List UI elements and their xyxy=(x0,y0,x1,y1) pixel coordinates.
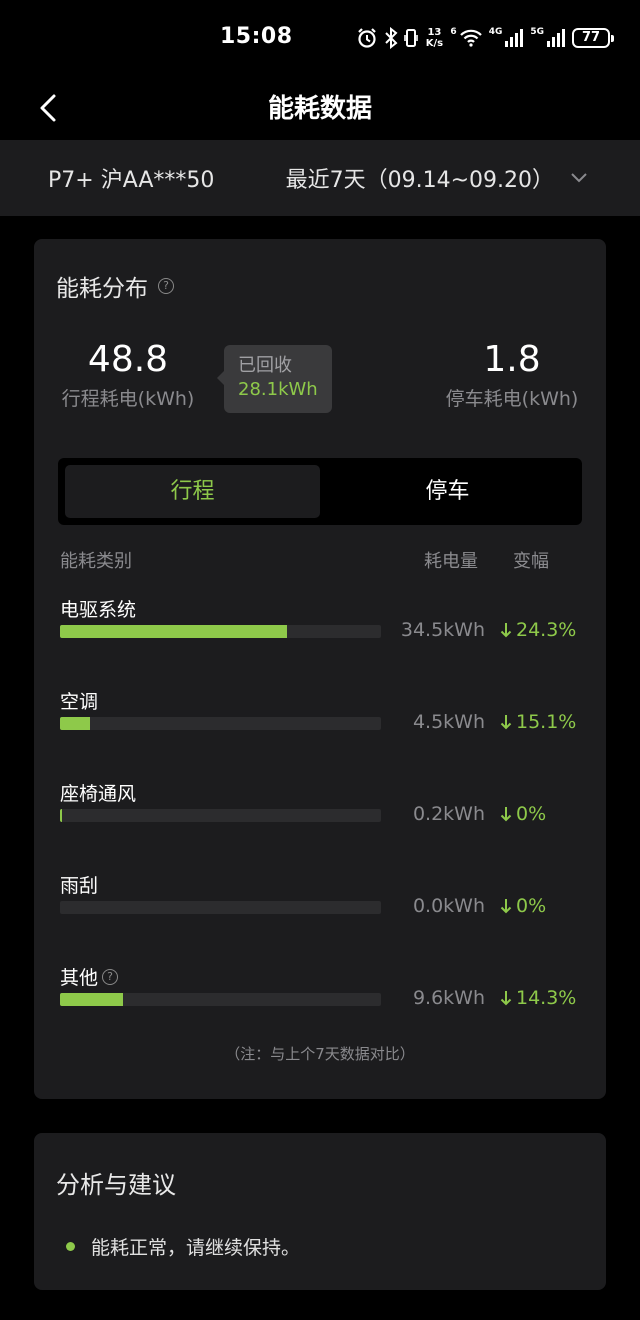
share-bar-fill xyxy=(60,993,124,1006)
category-amount: 0.2kWh xyxy=(412,803,485,825)
category-change: 14.3% xyxy=(500,987,576,1009)
category-row: 电驱系统 34.5kWh 24.3% xyxy=(60,595,580,655)
category-row: 其他? 9.6kWh 14.3% xyxy=(60,963,580,1023)
category-label-text: 空调 xyxy=(60,691,99,713)
energy-distribution-card: 能耗分布 ? 48.8 行程耗电(kWh) 已回收 28.1kWh 1.8 停车… xyxy=(34,239,606,1099)
chevron-down-icon xyxy=(571,173,587,183)
segment-control: 行程 停车 xyxy=(58,458,582,525)
battery-icon: 77 xyxy=(572,28,614,48)
share-bar-track xyxy=(60,993,381,1006)
category-amount: 34.5kWh xyxy=(400,619,485,641)
header-category: 能耗类别 xyxy=(60,551,132,572)
header-amount: 耗电量 xyxy=(424,551,478,572)
park-consumption-label: 停车耗电(kWh) xyxy=(445,388,579,410)
bullet-dot xyxy=(66,1242,75,1251)
alarm-icon xyxy=(358,28,377,48)
share-bar-fill xyxy=(60,625,287,638)
category-label: 座椅通风 xyxy=(60,779,136,806)
status-bar: 15:08 13 K/s 6 4G 5G 77 xyxy=(0,0,640,76)
category-amount: 0.0kWh xyxy=(412,895,485,917)
category-label-text: 其他 xyxy=(60,967,99,989)
share-bar-track xyxy=(60,717,381,730)
category-change-value: 24.3% xyxy=(516,619,577,641)
page-title: 能耗数据 xyxy=(267,94,372,124)
status-time: 15:08 xyxy=(220,24,293,49)
share-bar-track xyxy=(60,809,381,822)
category-label: 电驱系统 xyxy=(60,595,136,622)
category-label-text: 座椅通风 xyxy=(60,783,137,805)
net-speed-value: 13 xyxy=(427,27,442,38)
advice-title: 分析与建议 xyxy=(56,1171,176,1199)
category-label-text: 雨刮 xyxy=(60,875,99,897)
recovered-value: 28.1kWh xyxy=(238,379,318,400)
energy-card-title: 能耗分布 ? xyxy=(56,269,174,303)
category-label: 雨刮 xyxy=(60,871,98,898)
category-amount: 9.6kWh xyxy=(412,987,485,1009)
bluetooth-icon xyxy=(385,27,398,49)
category-label-text: 电驱系统 xyxy=(60,599,137,621)
category-change: 0% xyxy=(500,895,546,917)
category-row: 座椅通风 0.2kWh 0% xyxy=(60,779,580,839)
share-bar-track xyxy=(60,901,381,914)
category-change-value: 0% xyxy=(516,803,547,825)
share-bar-track xyxy=(60,625,381,638)
recovered-energy-bubble: 已回收 28.1kWh xyxy=(217,345,332,413)
drive-consumption-value: 48.8 xyxy=(87,339,169,380)
category-change-value: 14.3% xyxy=(516,987,577,1009)
signal-icon xyxy=(505,29,524,47)
help-icon[interactable]: ? xyxy=(158,278,174,294)
date-range-label: 最近7天（09.14~09.20） xyxy=(285,168,554,193)
arrow-down-icon xyxy=(500,623,512,638)
nav-bar: 能耗数据 xyxy=(0,76,640,140)
net-speed-unit: K/s xyxy=(425,38,444,49)
advice-text: 能耗正常，请继续保持。 xyxy=(91,1237,301,1259)
help-icon[interactable]: ? xyxy=(102,968,119,985)
share-bar-fill xyxy=(60,717,90,730)
tab-drive[interactable]: 行程 xyxy=(65,465,320,518)
category-change: 24.3% xyxy=(500,619,576,641)
comparison-note: （注：与上个7天数据对比） xyxy=(225,1045,415,1063)
category-row: 雨刮 0.0kWh 0% xyxy=(60,871,580,931)
wifi-icon xyxy=(459,29,482,47)
category-change-value: 15.1% xyxy=(516,711,577,733)
sim2-tag: 5G xyxy=(530,27,544,37)
wifi-tag: 6 xyxy=(450,27,457,37)
category-change: 0% xyxy=(500,803,546,825)
category-change: 15.1% xyxy=(500,711,576,733)
vibrate-icon xyxy=(404,29,419,47)
advice-card: 分析与建议 能耗正常，请继续保持。 xyxy=(34,1133,606,1290)
category-amount: 4.5kWh xyxy=(412,711,485,733)
park-consumption-value: 1.8 xyxy=(483,339,541,380)
share-bar-fill xyxy=(60,809,62,822)
vehicle-bar: P7+ 沪AA***50 最近7天（09.14~09.20） xyxy=(0,140,640,216)
header-change: 变幅 xyxy=(513,551,549,572)
drive-consumption-stat: 48.8 行程耗电(kWh) xyxy=(58,339,198,411)
arrow-down-icon xyxy=(500,899,512,914)
vehicle-name: P7+ 沪AA***50 xyxy=(48,168,215,193)
arrow-down-icon xyxy=(500,715,512,730)
signal-icon xyxy=(547,29,565,47)
category-label: 空调 xyxy=(60,687,98,714)
tab-park[interactable]: 停车 xyxy=(320,465,575,518)
category-row: 空调 4.5kWh 15.1% xyxy=(60,687,580,747)
recovered-label: 已回收 xyxy=(238,355,292,376)
arrow-down-icon xyxy=(500,991,512,1006)
energy-card-title-text: 能耗分布 xyxy=(56,276,148,302)
net-speed: 13 K/s xyxy=(424,27,444,49)
drive-consumption-label: 行程耗电(kWh) xyxy=(61,388,195,410)
status-icons: 13 K/s 6 4G 5G 77 xyxy=(356,24,614,52)
advice-item: 能耗正常，请继续保持。 xyxy=(66,1233,300,1260)
date-range-selector[interactable]: 最近7天（09.14~09.20） xyxy=(286,162,588,194)
sim1-tag: 4G xyxy=(488,27,503,37)
category-change-value: 0% xyxy=(516,895,547,917)
category-label: 其他? xyxy=(60,963,119,990)
park-consumption-stat: 1.8 停车耗电(kWh) xyxy=(442,339,582,411)
arrow-down-icon xyxy=(500,807,512,822)
